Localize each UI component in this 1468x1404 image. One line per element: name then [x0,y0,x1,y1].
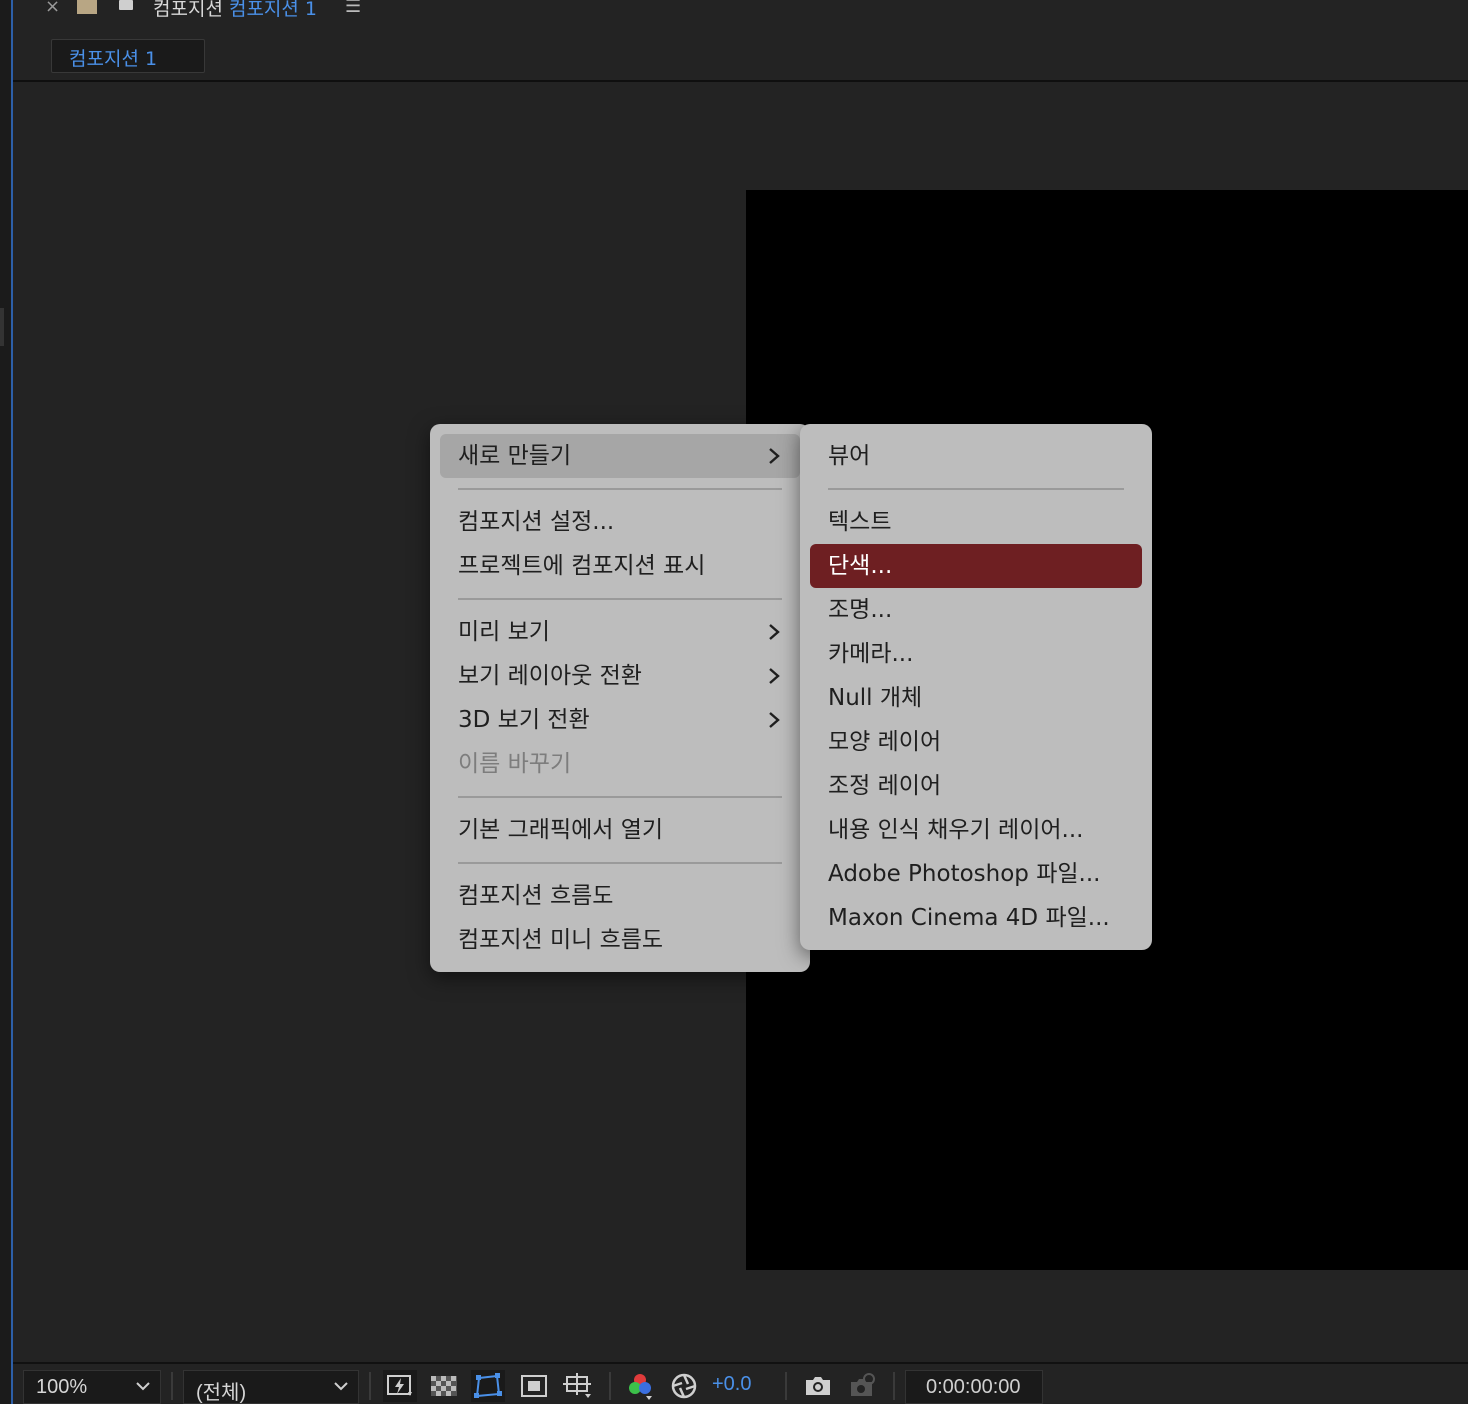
menu-item-label: 새로 만들기 [458,443,572,469]
toolbar-separator [609,1372,611,1400]
panel-resize-notch[interactable] [0,308,4,346]
submenu-item-light[interactable]: 조명... [810,588,1142,632]
show-snapshot-icon[interactable] [845,1370,879,1402]
submenu-item-photoshop-file[interactable]: Adobe Photoshop 파일... [810,852,1142,896]
menu-item-switch-view-layout[interactable]: 보기 레이아웃 전환 [440,654,800,698]
chevron-down-icon [134,1377,152,1401]
menu-separator [458,598,782,600]
submenu-item-null-object[interactable]: Null 개체 [810,676,1142,720]
menu-item-label: 미리 보기 [458,619,550,645]
toolbar-separator [369,1372,371,1400]
menu-item-preview[interactable]: 미리 보기 [440,610,800,654]
mask-path-visibility-icon[interactable] [471,1370,505,1402]
submenu-item-content-aware-fill-layer[interactable]: 내용 인식 채우기 레이어... [810,808,1142,852]
menu-item-switch-3d-view[interactable]: 3D 보기 전환 [440,698,800,742]
menu-item-comp-settings[interactable]: 컴포지션 설정... [440,500,800,544]
current-time-display[interactable]: 0:00:00:00 [905,1370,1043,1404]
menu-item-label: 3D 보기 전환 [458,707,590,733]
chevron-right-icon [764,622,784,642]
menu-separator [828,488,1124,490]
region-of-interest-icon[interactable] [517,1370,551,1402]
panel-title-prefix: 컴포지션 [153,0,223,20]
panel-header: × 컴포지션 컴포지션 1 ☰ [13,0,1468,20]
zoom-dropdown[interactable]: 100% [23,1370,161,1404]
snapshot-camera-icon[interactable] [801,1370,835,1402]
submenu-item-cinema4d-file[interactable]: Maxon Cinema 4D 파일... [810,896,1142,940]
tab-composition-1[interactable]: 컴포지션 1 [51,39,205,73]
composition-tab-bar: 컴포지션 1 [13,32,1468,82]
menu-separator [458,796,782,798]
toolbar-separator [785,1372,787,1400]
submenu-item-adjustment-layer[interactable]: 조정 레이어 [810,764,1142,808]
fast-preview-icon[interactable] [383,1370,417,1402]
menu-item-reveal-in-project[interactable]: 프로젝트에 컴포지션 표시 [440,544,800,588]
grid-guides-icon[interactable] [561,1370,595,1402]
context-menu: 새로 만들기 컴포지션 설정... 프로젝트에 컴포지션 표시 미리 보기 보기… [430,424,810,972]
reset-exposure-icon[interactable] [667,1370,701,1402]
toolbar-separator [171,1372,173,1400]
menu-item-comp-mini-flowchart[interactable]: 컴포지션 미니 흐름도 [440,918,800,962]
submenu-item-shape-layer[interactable]: 모양 레이어 [810,720,1142,764]
menu-separator [458,488,782,490]
menu-separator [458,862,782,864]
close-panel-icon[interactable]: × [45,0,60,17]
menu-item-rename: 이름 바꾸기 [458,751,572,777]
menu-item-new[interactable]: 새로 만들기 [440,434,800,478]
exposure-value[interactable]: +0.0 [712,1373,751,1396]
chevron-right-icon [764,446,784,466]
chevron-right-icon [764,666,784,686]
rgb-channels-icon[interactable] [623,1370,657,1402]
chevron-down-icon [332,1377,350,1401]
left-panel-edge [0,0,13,1404]
menu-item-open-in-essential-graphics[interactable]: 기본 그래픽에서 열기 [440,808,800,852]
viewer-toolbar: 100% (전체) +0.0 0:00:00:00 [13,1362,1468,1404]
submenu-item-text[interactable]: 텍스트 [810,500,1142,544]
submenu-item-viewer[interactable]: 뷰어 [810,434,1142,478]
lock-icon[interactable] [119,0,133,10]
transparency-grid-icon[interactable] [427,1370,461,1402]
zoom-value: 100% [36,1376,88,1398]
label-color-swatch[interactable] [77,0,97,14]
panel-title-comp-name[interactable]: 컴포지션 1 [229,0,317,20]
toolbar-separator [893,1372,895,1400]
resolution-dropdown[interactable]: (전체) [183,1370,359,1404]
panel-title: 컴포지션 컴포지션 1 [153,0,317,21]
panel-menu-icon[interactable]: ☰ [345,0,361,17]
menu-item-label: 보기 레이아웃 전환 [458,663,642,689]
resolution-value: (전체) [196,1382,247,1404]
submenu-item-camera[interactable]: 카메라... [810,632,1142,676]
new-submenu: 뷰어 텍스트 단색... 조명... 카메라... Null 개체 모양 레이어… [800,424,1152,950]
submenu-item-solid[interactable]: 단색... [810,544,1142,588]
menu-item-comp-flowchart[interactable]: 컴포지션 흐름도 [440,874,800,918]
chevron-right-icon [764,710,784,730]
